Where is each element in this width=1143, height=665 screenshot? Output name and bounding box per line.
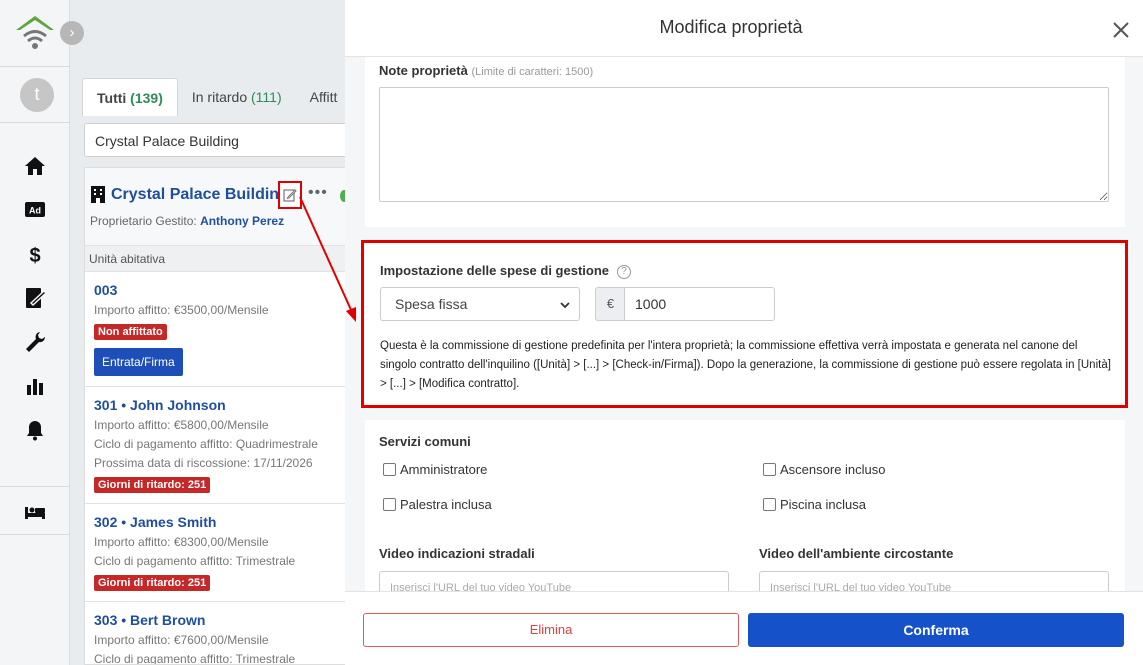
contract-icon[interactable] [22, 285, 48, 311]
checkbox-gym[interactable]: Palestra inclusa [383, 497, 492, 512]
help-icon[interactable]: ? [617, 265, 632, 279]
svg-text:Ad: Ad [29, 206, 41, 216]
tab-rented[interactable]: Affitt [296, 78, 352, 116]
tab-late[interactable]: In ritardo (111) [178, 78, 296, 116]
building-name[interactable]: Crystal Palace Building [111, 186, 289, 204]
unit-rent: Importo affitto: €8300,00/Mensile [94, 535, 269, 549]
unit-title[interactable]: 301 • John Johnson [94, 397, 374, 413]
unit-rent: Importo affitto: €7600,00/Mensile [94, 633, 269, 647]
owner-info: Proprietario Gestito: Anthony Perez [90, 214, 285, 228]
fee-label: Impostazione delle spese di gestione? [380, 263, 632, 279]
currency-addon: € [595, 287, 625, 321]
notes-textarea[interactable] [379, 87, 1109, 202]
modal-footer: Elimina Conferma [345, 591, 1143, 665]
tab-all[interactable]: Tutti (139) [82, 78, 178, 116]
sidebar-divider [0, 66, 70, 67]
filter-tabs: Tutti (139) In ritardo (111) Affitt [82, 78, 351, 116]
fee-amount-input[interactable]: 1000 [624, 287, 775, 321]
amenities-card: Servizi comuni Amministratore Ascensore … [365, 420, 1125, 601]
edit-property-button[interactable] [278, 181, 302, 209]
amenities-label: Servizi comuni [379, 434, 471, 449]
management-fee-section: Impostazione delle spese di gestione? Sp… [361, 240, 1128, 408]
modal-title: Modifica proprietà [659, 17, 803, 37]
bell-icon[interactable] [22, 417, 48, 443]
units-column-header: Unità abitativa [85, 246, 383, 272]
chart-icon[interactable] [22, 373, 48, 399]
unit-title[interactable]: 302 • James Smith [94, 514, 374, 530]
fee-type-select[interactable]: Spesa fissa [380, 287, 580, 321]
unit-title[interactable]: 003 [94, 282, 374, 298]
delete-button[interactable]: Elimina [363, 613, 739, 647]
more-options-button[interactable]: ••• [308, 184, 328, 202]
video-area-label: Video dell'ambiente circostante [759, 546, 954, 561]
ad-icon[interactable]: Ad [22, 197, 48, 223]
confirm-button[interactable]: Conferma [748, 613, 1124, 647]
unit-cycle: Ciclo di pagamento affitto: Quadrimestra… [94, 437, 318, 451]
unit-rent: Importo affitto: €5800,00/Mensile [94, 418, 269, 432]
building-icon [91, 186, 105, 203]
sidebar: › t Ad $ [0, 0, 84, 665]
wrench-icon[interactable] [22, 329, 48, 355]
status-badge: Giorni di ritardo: 251 [94, 575, 211, 591]
chevron-down-icon [560, 302, 570, 309]
avatar[interactable]: t [20, 78, 54, 112]
list-item[interactable]: 301 • John Johnson Importo affitto: €580… [85, 387, 383, 504]
edit-icon [283, 189, 297, 202]
notes-label: Note proprietà (Limite di caratteri: 150… [379, 63, 594, 78]
video-directions-label: Video indicazioni stradali [379, 546, 535, 561]
home-icon[interactable] [22, 153, 48, 179]
checkbox-administrator[interactable]: Amministratore [383, 462, 487, 477]
list-item[interactable]: 303 • Bert Brown Importo affitto: €7600,… [85, 602, 383, 665]
checkbox-elevator[interactable]: Ascensore incluso [763, 462, 886, 477]
unit-title[interactable]: 303 • Bert Brown [94, 612, 374, 628]
sidebar-divider [0, 534, 70, 535]
modal-header: Modifica proprietà [345, 0, 1143, 57]
logo-icon [14, 12, 56, 54]
dollar-icon[interactable]: $ [22, 241, 48, 267]
building-header: Crystal Palace Building ••• Proprietario… [85, 168, 383, 246]
notes-hint: (Limite di caratteri: 1500) [471, 66, 594, 78]
list-item[interactable]: 003 Importo affitto: €3500,00/Mensile No… [85, 272, 383, 387]
owner-name[interactable]: Anthony Perez [200, 214, 284, 228]
checkin-sign-button[interactable]: Entrata/Firma [94, 348, 183, 376]
unit-rent: Importo affitto: €3500,00/Mensile [94, 303, 269, 317]
status-badge: Non affittato [94, 324, 167, 340]
sidebar-divider [0, 122, 70, 123]
unit-next-date: Prossima data di riscossione: 17/11/2026 [94, 456, 313, 470]
edit-property-modal: Modifica proprietà Note proprietà (Limit… [345, 0, 1143, 665]
bed-icon[interactable] [22, 499, 48, 525]
list-item[interactable]: 302 • James Smith Importo affitto: €8300… [85, 504, 383, 602]
sidebar-divider [0, 486, 70, 487]
checkbox-pool[interactable]: Piscina inclusa [763, 497, 866, 512]
status-badge: Giorni di ritardo: 251 [94, 477, 211, 493]
building-filter-select[interactable]: Crystal Palace Building [84, 123, 384, 157]
fee-description: Questa è la commissione di gestione pred… [380, 340, 1111, 390]
unit-cycle: Ciclo di pagamento affitto: Trimestrale [94, 652, 296, 665]
close-icon[interactable] [1109, 18, 1133, 42]
unit-list: Crystal Palace Building ••• Proprietario… [84, 167, 384, 665]
svg-text:$: $ [29, 245, 40, 267]
unit-cycle: Ciclo di pagamento affitto: Trimestrale [94, 554, 296, 568]
